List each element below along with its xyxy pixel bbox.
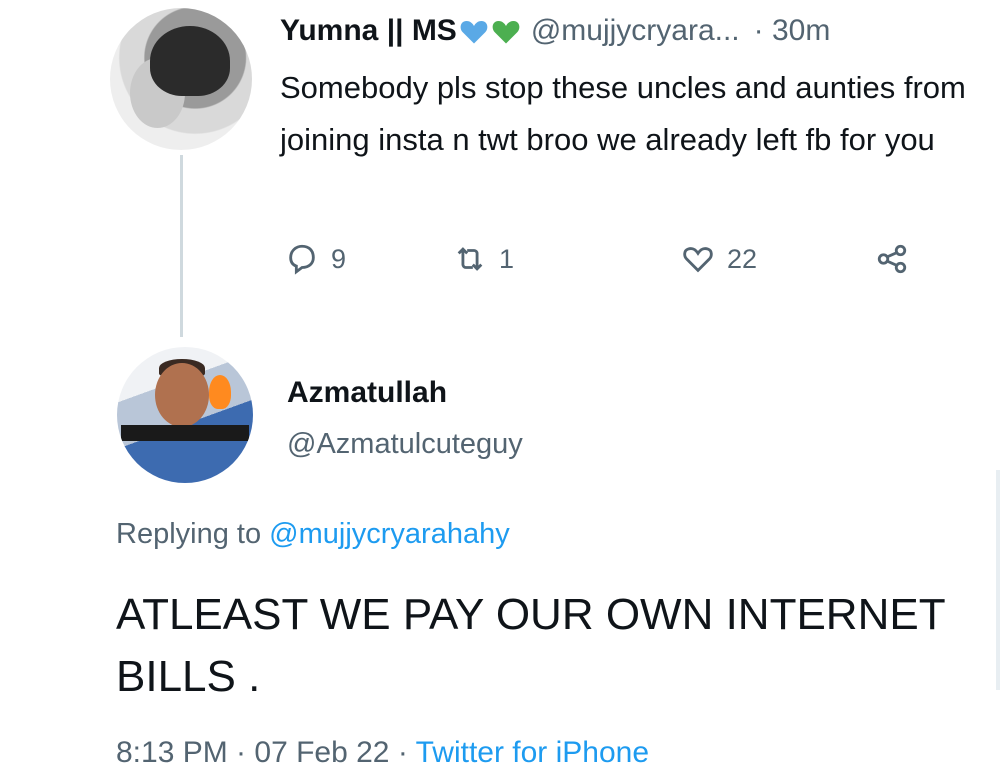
replying-prefix: Replying to [116, 518, 262, 550]
share-icon [877, 244, 907, 274]
replying-to: Replying to @mujjycryarahahy [116, 518, 510, 551]
heart-icon [683, 247, 713, 273]
avatar-face [155, 363, 209, 427]
reply-button[interactable]: 9 [285, 242, 346, 276]
edge-strip [996, 470, 1000, 690]
author-handle[interactable]: @Azmatulcuteguy [287, 428, 523, 461]
timestamp[interactable]: 8:13 PM · 07 Feb 22 · [116, 736, 408, 769]
retweet-icon [457, 247, 483, 271]
like-button[interactable]: 22 [681, 242, 757, 276]
blue-heart-icon [460, 21, 488, 44]
author-name[interactable]: Yumna || MS [280, 14, 457, 48]
share-button[interactable] [875, 242, 909, 276]
tweet-text: Somebody pls stop these uncles and aunti… [280, 70, 966, 157]
green-heart-icon [492, 21, 520, 44]
comment-icon [289, 244, 315, 275]
retweet-button[interactable]: 1 [453, 242, 514, 276]
avatar-hood [150, 26, 230, 96]
like-count: 22 [727, 243, 758, 274]
tweet-meta: 8:13 PM · 07 Feb 22 · Twitter for iPhone [116, 736, 649, 770]
avatar[interactable] [117, 347, 253, 483]
author-handle[interactable]: @mujjycryara... [531, 14, 740, 48]
avatar[interactable] [110, 8, 252, 150]
avatar-banner [121, 425, 249, 441]
reply-text: ATLEAST WE PAY OUR OWN INTERNET BILLS . [116, 590, 945, 701]
tweet-header: Yumna || MS @mujjycryara... · 30m [280, 14, 830, 48]
mention-link[interactable]: @mujjycryarahahy [269, 518, 510, 550]
reply-count: 9 [331, 243, 347, 274]
source-link[interactable]: Twitter for iPhone [416, 736, 649, 769]
author-name[interactable]: Azmatullah [287, 376, 447, 410]
thread-line [180, 155, 183, 337]
tweet-time[interactable]: · 30m [754, 14, 831, 48]
fire-emoji-icon [209, 375, 231, 409]
retweet-count: 1 [499, 243, 515, 274]
